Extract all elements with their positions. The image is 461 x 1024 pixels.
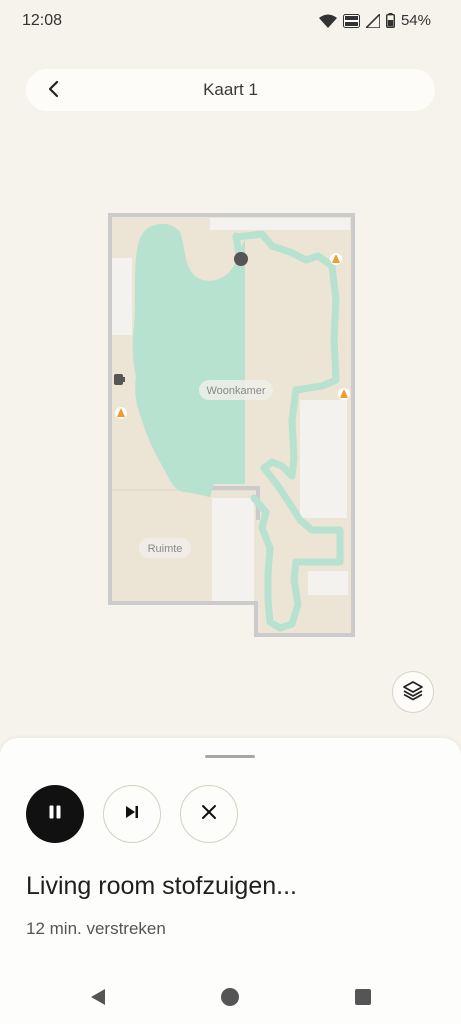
nav-recents-icon [354, 988, 372, 1011]
status-bar: 12:08 54% [0, 0, 461, 44]
status-time: 12:08 [22, 12, 63, 29]
room-label-ruimte[interactable]: Ruimte [139, 538, 191, 558]
header-bar: Kaart 1 [26, 69, 435, 111]
nav-back-button[interactable] [87, 988, 109, 1010]
battery-percent: 54% [400, 12, 431, 29]
layers-button[interactable] [392, 671, 434, 713]
signal-icon [365, 13, 380, 28]
svg-text:Ruimte: Ruimte [148, 543, 183, 555]
stop-button[interactable] [180, 785, 238, 843]
battery-icon [385, 13, 395, 28]
nav-back-icon [89, 988, 107, 1011]
close-icon [201, 804, 217, 825]
obstacle-marker-icon[interactable] [115, 407, 127, 419]
pause-icon [47, 804, 63, 825]
obstacle-marker-icon[interactable] [330, 253, 342, 265]
vowifi-icon [342, 13, 360, 28]
system-nav-bar [0, 970, 461, 1024]
cleaning-map[interactable]: Woonkamer Ruimte [0, 200, 461, 650]
svg-text:Woonkamer: Woonkamer [206, 385, 265, 397]
sheet-drag-handle[interactable] [205, 755, 255, 758]
skip-next-icon [124, 804, 140, 825]
wifi-icon [318, 14, 337, 28]
pause-button[interactable] [26, 785, 84, 843]
layers-icon [402, 679, 424, 706]
nav-home-icon [220, 987, 240, 1012]
task-title: Living room stofzuigen... [26, 872, 297, 900]
page-title: Kaart 1 [203, 80, 258, 99]
robot-icon [234, 252, 248, 266]
task-elapsed-time: 12 min. verstreken [26, 919, 166, 938]
obstacle-marker-icon[interactable] [338, 388, 350, 400]
status-icons: 54% [318, 12, 431, 29]
nav-home-button[interactable] [219, 987, 241, 1012]
skip-button[interactable] [103, 785, 161, 843]
nav-recents-button[interactable] [352, 988, 374, 1010]
room-label-woonkamer[interactable]: Woonkamer [199, 380, 273, 400]
